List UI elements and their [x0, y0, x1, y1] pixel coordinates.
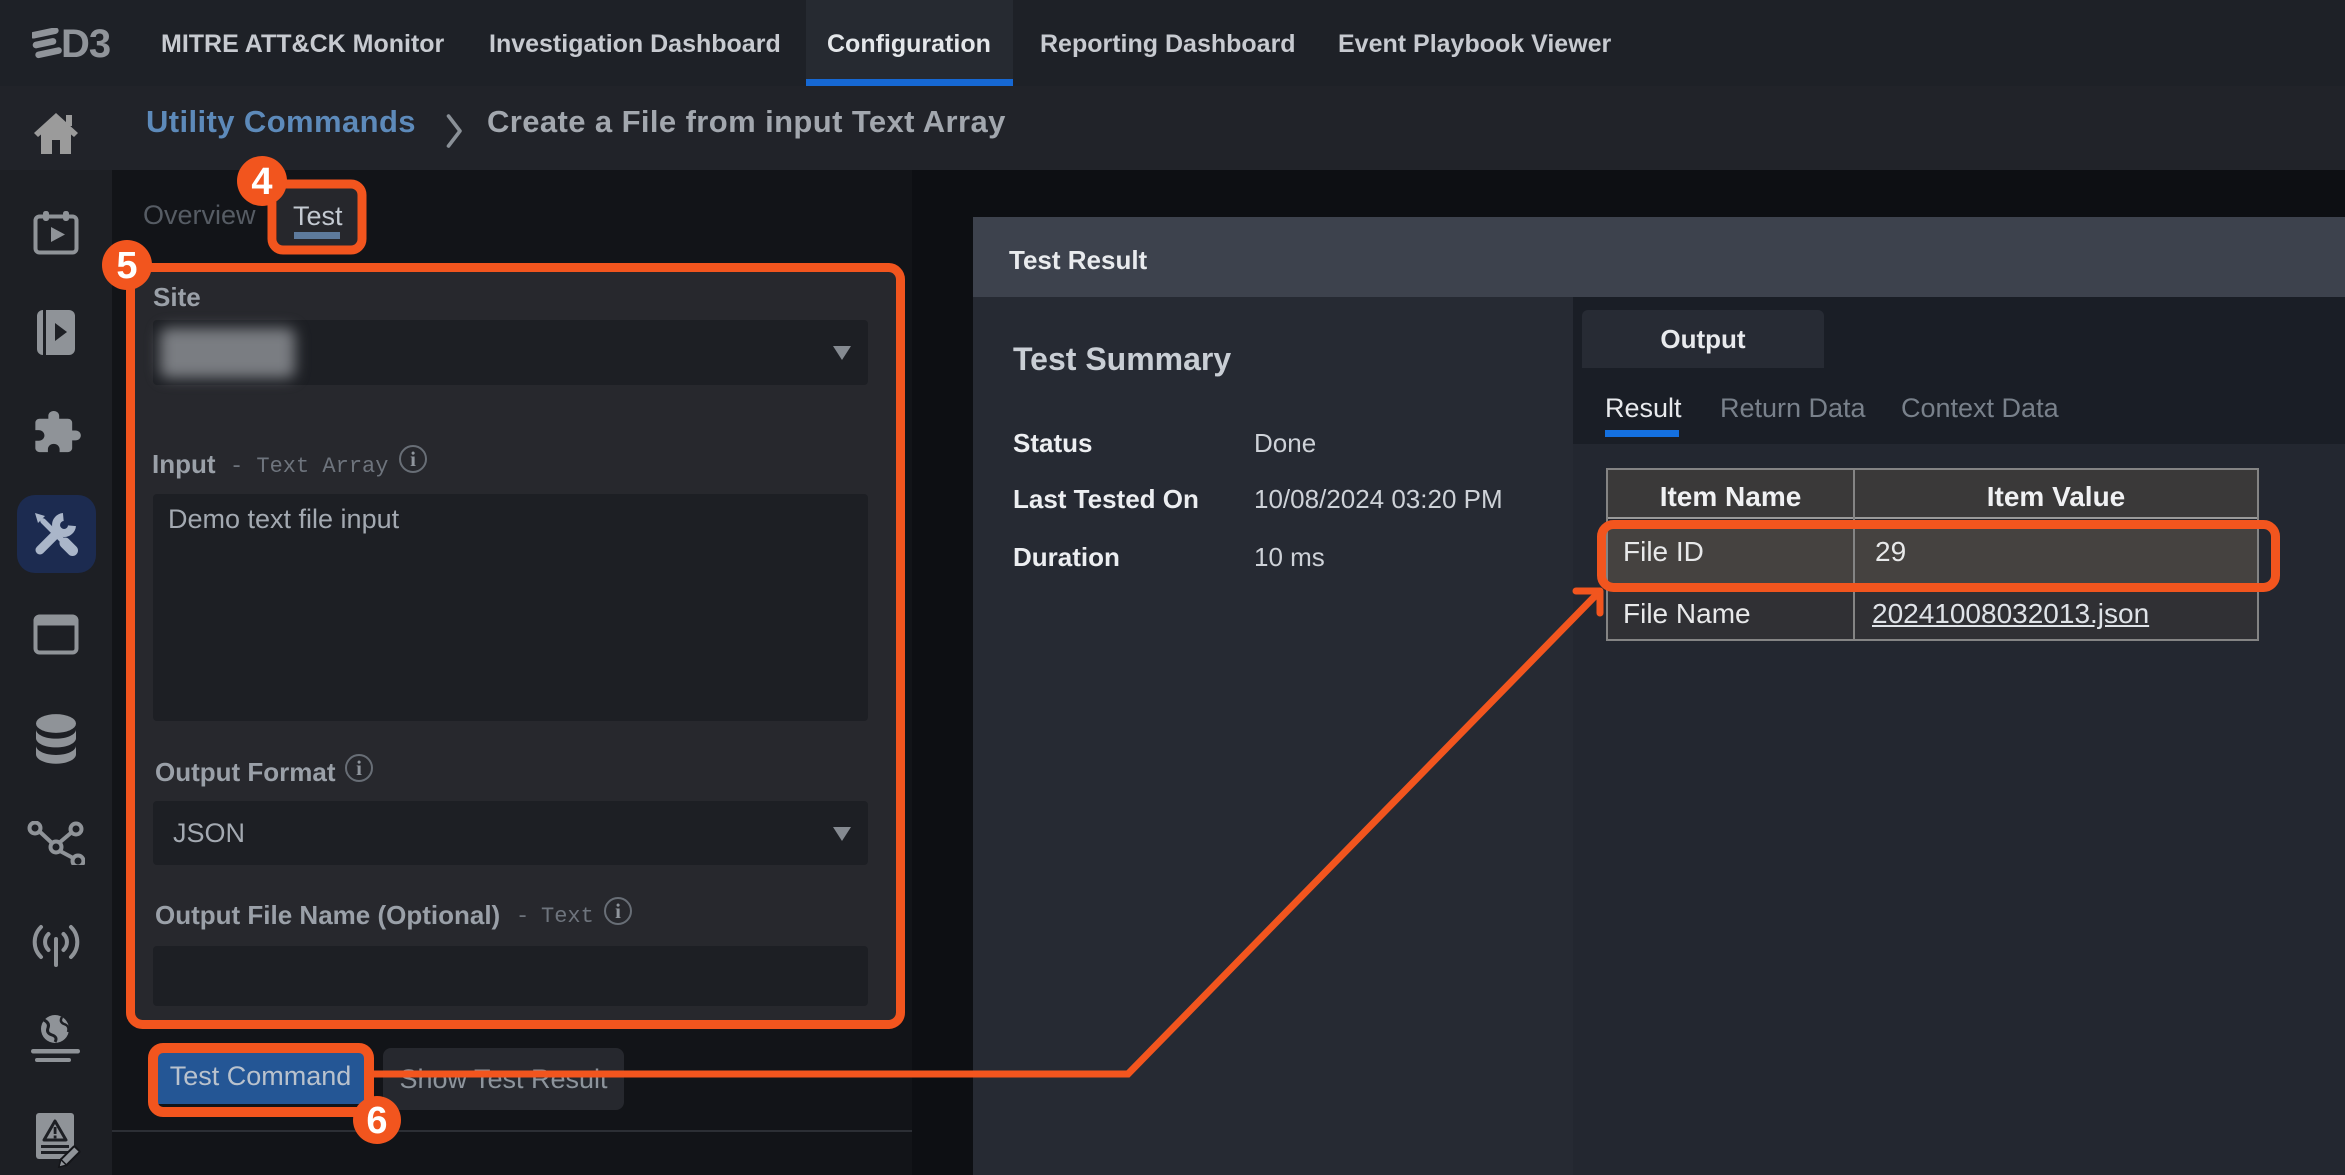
svg-text:6: 6: [366, 1100, 387, 1142]
svg-text:5: 5: [116, 245, 137, 287]
svg-text:4: 4: [251, 161, 272, 203]
